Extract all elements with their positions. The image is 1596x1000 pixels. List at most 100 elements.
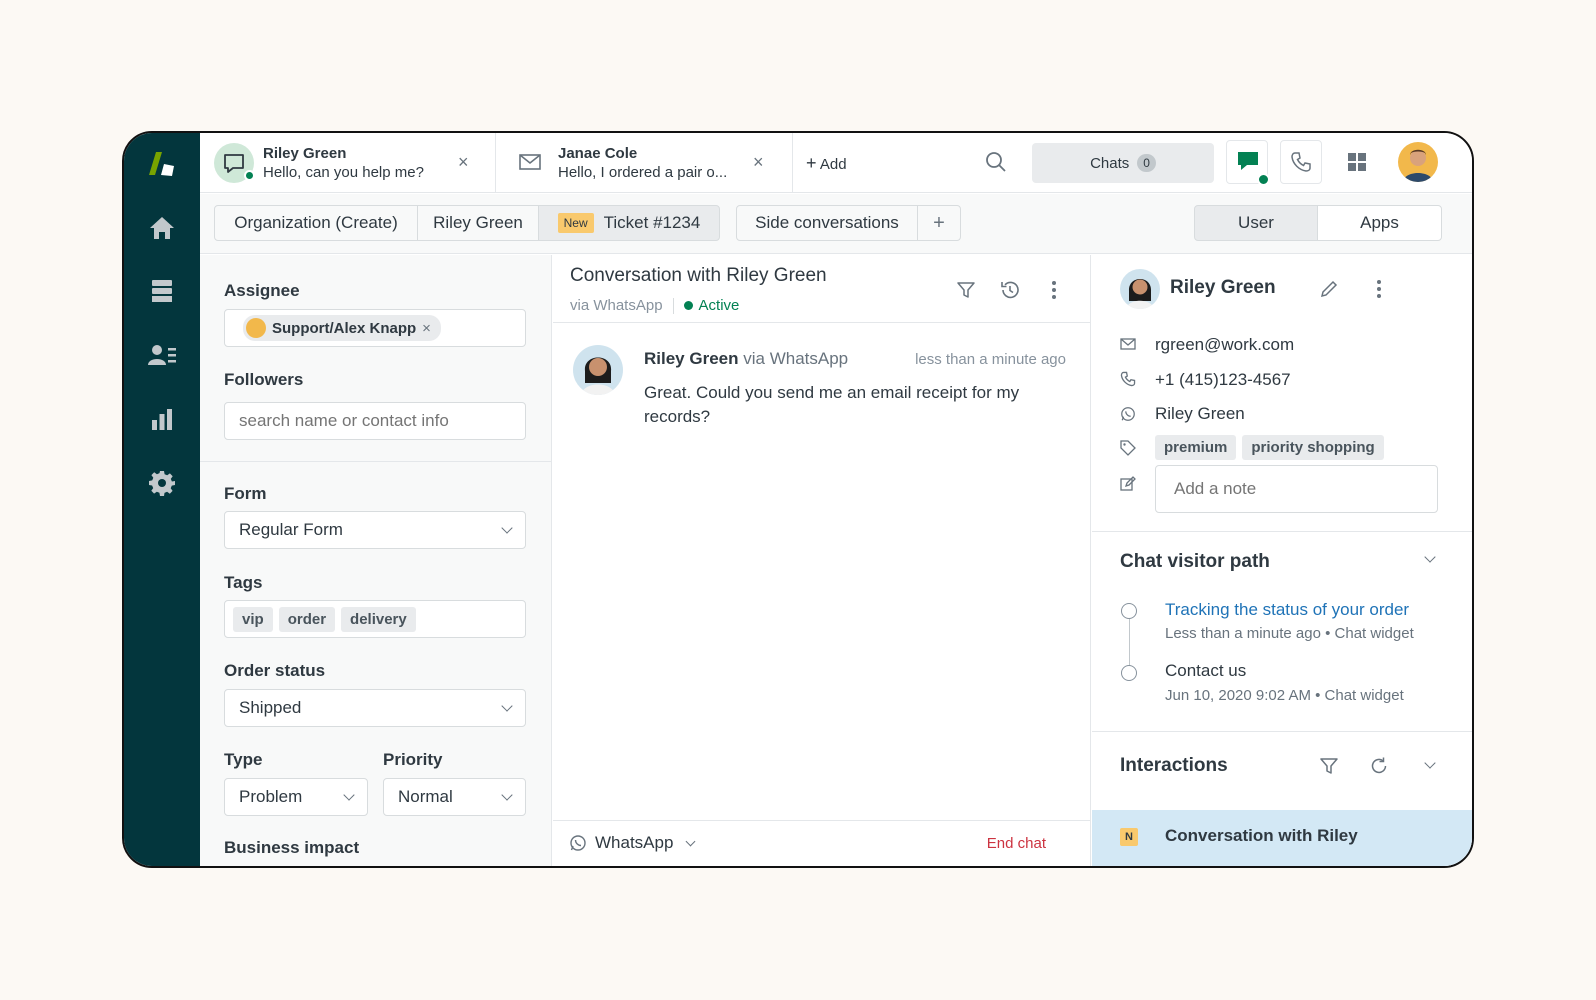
plus-icon: + [806, 153, 817, 173]
conversation-tab-janae[interactable]: Janae Cole Hello, I ordered a pair o... … [496, 133, 793, 193]
end-chat-button[interactable]: End chat [987, 835, 1046, 852]
ticket-tab-bar: Organization (Create) Riley Green New Ti… [200, 194, 1472, 254]
assignee-label: Assignee [224, 281, 300, 300]
app-window: Riley Green Hello, can you help me? × Ja… [122, 131, 1474, 868]
close-tab-icon[interactable]: × [458, 152, 469, 173]
apps-grid-icon[interactable] [1344, 149, 1370, 175]
user-email[interactable]: rgreen@work.com [1155, 335, 1294, 355]
ticket-label: Ticket #1234 [603, 213, 701, 232]
new-status-badge: N [1120, 828, 1138, 846]
phone-icon[interactable] [1280, 140, 1322, 184]
brand-logo[interactable] [124, 143, 200, 183]
assignee-avatar [246, 318, 266, 338]
conversation-tab-riley[interactable]: Riley Green Hello, can you help me? × [200, 133, 496, 193]
chevron-down-icon [685, 836, 696, 846]
nav-rail [124, 133, 200, 866]
visitor-path-meta: Less than a minute ago • Chat widget [1165, 625, 1414, 642]
home-icon[interactable] [124, 208, 200, 248]
apps-tab[interactable]: Apps [1317, 205, 1442, 241]
order-status-value: Shipped [239, 698, 302, 717]
conversation-status: Active [698, 297, 740, 314]
tab-title: Janae Cole [558, 145, 638, 162]
tags-label: Tags [224, 573, 263, 592]
online-status-dot [244, 170, 255, 181]
whatsapp-icon [570, 835, 586, 851]
channel-switcher[interactable]: WhatsApp [569, 833, 696, 853]
message-author: Riley Green [644, 349, 739, 368]
form-select[interactable]: Regular Form [224, 511, 526, 549]
type-select[interactable]: Problem [224, 778, 368, 816]
more-options-icon[interactable] [1368, 278, 1390, 300]
agent-avatar[interactable] [1398, 142, 1438, 182]
requester-tab[interactable]: Riley Green [417, 205, 539, 241]
conversation-channel: via WhatsApp [570, 297, 663, 314]
online-status-dot [1257, 173, 1270, 186]
settings-gear-icon[interactable] [124, 463, 200, 503]
type-label: Type [224, 750, 263, 769]
tab-preview: Hello, I ordered a pair o... [558, 164, 728, 181]
refresh-icon[interactable] [1368, 755, 1390, 777]
user-name: Riley Green [1170, 277, 1276, 298]
close-tab-icon[interactable]: × [753, 152, 764, 173]
business-impact-label: Business impact [224, 838, 360, 857]
filter-icon[interactable] [1318, 755, 1340, 777]
priority-select[interactable]: Normal [383, 778, 526, 816]
section-divider [200, 461, 551, 462]
reporting-icon[interactable] [124, 399, 200, 439]
filter-icon[interactable] [955, 279, 977, 301]
tag-delivery: delivery [341, 606, 416, 632]
priority-label: Priority [383, 750, 443, 769]
email-envelope-icon [518, 152, 542, 177]
more-options-icon[interactable] [1043, 279, 1065, 301]
search-icon[interactable] [983, 149, 1009, 175]
tags-field[interactable]: vip order delivery [224, 600, 526, 638]
user-avatar [1120, 269, 1160, 309]
interaction-item[interactable]: N Conversation with Riley [1092, 810, 1472, 866]
collapse-visitor-path-button[interactable] [1424, 551, 1436, 563]
side-conversations-tab[interactable]: Side conversations [736, 205, 918, 241]
phone-icon [1119, 370, 1137, 388]
visitor-path-link[interactable]: Tracking the status of your order [1165, 600, 1409, 620]
assignee-field[interactable]: Support/Alex Knapp × [224, 309, 526, 347]
add-label: Add [819, 156, 847, 173]
order-status-select[interactable]: Shipped [224, 689, 526, 727]
ticket-tab[interactable]: New Ticket #1234 [538, 205, 720, 241]
add-side-conversation-button[interactable]: + [917, 205, 961, 241]
remove-assignee-icon[interactable]: × [422, 320, 431, 337]
organization-tab[interactable]: Organization (Create) [214, 205, 418, 241]
message-header: Riley Green via WhatsApp [644, 349, 848, 369]
edit-pencil-icon[interactable] [1318, 278, 1340, 300]
message-bubble-icon [1238, 152, 1258, 170]
new-badge: New [557, 213, 594, 233]
priority-value: Normal [398, 787, 453, 806]
user-phone[interactable]: +1 (415)123-4567 [1155, 370, 1291, 390]
form-value: Regular Form [239, 520, 343, 539]
interactions-title: Interactions [1120, 755, 1228, 776]
composer-channel: WhatsApp [595, 833, 674, 852]
customers-icon[interactable] [124, 335, 200, 375]
user-tab[interactable]: User [1194, 205, 1318, 241]
form-label: Form [224, 484, 267, 503]
followers-search-input[interactable] [224, 402, 526, 440]
whatsapp-icon [1119, 405, 1137, 423]
assignee-tag: Support/Alex Knapp × [243, 315, 441, 341]
visitor-path-item: Contact us [1165, 661, 1247, 680]
collapse-interactions-button[interactable] [1424, 757, 1436, 769]
user-whatsapp: Riley Green [1155, 404, 1245, 423]
messaging-status-button[interactable] [1226, 140, 1270, 186]
chevron-down-icon [501, 522, 513, 534]
message-via: via WhatsApp [743, 349, 849, 368]
tag-vip: vip [233, 606, 273, 632]
conversation-title: Conversation with Riley Green [570, 265, 827, 286]
chevron-down-icon [1424, 757, 1436, 769]
add-note-input[interactable] [1155, 465, 1438, 513]
history-icon[interactable] [999, 279, 1021, 301]
tag-order: order [278, 606, 336, 632]
chevron-down-icon [501, 789, 513, 801]
tab-title: Riley Green [263, 145, 347, 162]
views-icon[interactable] [124, 271, 200, 311]
add-tab-button[interactable]: + Add [806, 153, 847, 174]
chat-bubble-icon [214, 143, 255, 183]
chats-button[interactable]: Chats 0 [1032, 143, 1214, 183]
top-bar: Riley Green Hello, can you help me? × Ja… [200, 133, 1472, 193]
